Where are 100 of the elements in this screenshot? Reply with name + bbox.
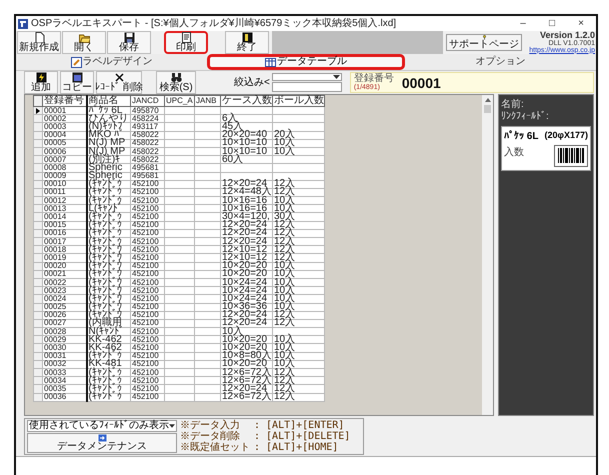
table-cell bbox=[194, 172, 220, 180]
tab[interactable]: データテーブル bbox=[207, 54, 405, 70]
filter-input[interactable] bbox=[272, 82, 342, 92]
column-header[interactable]: JANB bbox=[194, 96, 220, 106]
toolbar-button[interactable]: 終了 bbox=[225, 31, 269, 54]
table-cell: 12入 bbox=[272, 238, 324, 246]
tab[interactable]: ラベルデザイン bbox=[16, 54, 208, 70]
table-cell: 00019 bbox=[42, 254, 86, 262]
record-button[interactable]: コピー bbox=[60, 71, 94, 94]
table-cell bbox=[164, 311, 194, 320]
table-cell: 452100 bbox=[130, 188, 164, 197]
table-cell: 10×20=20 bbox=[220, 270, 272, 278]
toolbar-button[interactable]: 開く bbox=[62, 31, 106, 54]
table-cell: 00029 bbox=[42, 336, 86, 344]
field-filter-dropdown[interactable]: 使用されているﾌｨｰﾙﾄﾞのみ表示 bbox=[27, 420, 177, 432]
window-icon bbox=[72, 72, 82, 83]
table-cell: 452100 bbox=[130, 368, 164, 377]
table-cell bbox=[194, 303, 220, 312]
table-cell bbox=[164, 376, 194, 385]
toolbar-button[interactable]: 印刷 bbox=[164, 31, 208, 54]
table-cell: 10入 bbox=[272, 360, 324, 368]
table-icon bbox=[264, 56, 276, 68]
table-cell: 10入 bbox=[272, 303, 324, 312]
door-icon bbox=[242, 32, 252, 43]
table-cell bbox=[164, 344, 194, 352]
table-cell bbox=[194, 286, 220, 295]
table-cell bbox=[194, 139, 220, 148]
table-cell: 10×36=36 bbox=[220, 303, 272, 312]
table-cell: 60入 bbox=[220, 156, 272, 164]
support-button[interactable]: サポートページ bbox=[446, 34, 522, 51]
table-cell: 45入 bbox=[220, 122, 272, 132]
table-cell: 12×20=24 bbox=[220, 238, 272, 246]
table-cell: 00004 bbox=[42, 131, 86, 140]
table-cell: 10入 bbox=[272, 196, 324, 205]
table-cell: KK-462 bbox=[86, 336, 130, 344]
table-cell bbox=[164, 114, 194, 123]
toolbar-button[interactable]: 新規作成 bbox=[17, 31, 61, 54]
table-cell: 00034 bbox=[42, 376, 86, 385]
table-cell: 452100 bbox=[130, 180, 164, 188]
table-cell bbox=[220, 172, 272, 180]
column-header[interactable]: UPC_A bbox=[164, 96, 194, 106]
table-cell: 00020 bbox=[42, 262, 86, 270]
table-cell: 452100 bbox=[130, 238, 164, 246]
close-button[interactable]: × bbox=[568, 17, 594, 30]
table-cell bbox=[194, 336, 220, 344]
table-cell: 12×20=24 bbox=[220, 311, 272, 320]
table-cell bbox=[164, 196, 194, 205]
table-cell: 452100 bbox=[130, 384, 164, 394]
table-cell bbox=[194, 360, 220, 368]
table-cell: 12×10=12 bbox=[220, 246, 272, 254]
scroll-up-icon bbox=[484, 98, 490, 102]
table-cell: 12×20=24 bbox=[220, 384, 272, 394]
table-cell: 00023 bbox=[42, 286, 86, 295]
table-cell: 00031 bbox=[42, 352, 86, 360]
table-cell: 12入 bbox=[272, 180, 324, 188]
shortcut-keys: : [ALT]+[HOME] bbox=[254, 442, 350, 453]
record-button[interactable]: ﾚｺｰﾄﾞ 削除 bbox=[96, 71, 142, 94]
table-cell bbox=[164, 139, 194, 148]
table-cell: 452100 bbox=[130, 229, 164, 238]
table-cell: 452100 bbox=[130, 319, 164, 328]
column-header[interactable]: ケース入数 bbox=[220, 96, 272, 106]
table-cell: 00033 bbox=[42, 368, 86, 377]
table-cell: 12×20=24 bbox=[220, 180, 272, 188]
table-cell: 30×4=120, bbox=[220, 212, 272, 222]
table-cell: 458224 bbox=[130, 114, 164, 123]
table-cell bbox=[194, 229, 220, 238]
scroll-thumb[interactable] bbox=[484, 105, 491, 113]
table-cell bbox=[194, 238, 220, 246]
table-cell bbox=[194, 122, 220, 132]
maintenance-button[interactable]: データメンテナンス bbox=[27, 433, 177, 453]
folder-icon bbox=[78, 32, 90, 43]
column-header[interactable]: JANCD bbox=[130, 96, 164, 106]
table-cell: (ｷｬﾝﾄﾞｳ bbox=[86, 278, 130, 287]
toolbar-button[interactable]: 保存 bbox=[107, 31, 151, 54]
record-button[interactable]: 検索(S) bbox=[156, 71, 196, 94]
table-cell: 10入 bbox=[272, 278, 324, 287]
table-cell bbox=[164, 328, 194, 336]
table-cell: 12入 bbox=[272, 254, 324, 262]
column-header[interactable]: 登録番号 bbox=[42, 96, 86, 106]
record-button[interactable]: 追加 bbox=[24, 71, 58, 94]
table-cell: (ｷｬﾝﾄﾞｳ bbox=[86, 286, 130, 295]
table-cell: 00015 bbox=[42, 221, 86, 230]
table-cell bbox=[194, 147, 220, 156]
table-cell: 00001 bbox=[42, 106, 86, 115]
table-cell: 10×20=20 bbox=[220, 344, 272, 352]
table-cell: 00017 bbox=[42, 238, 86, 246]
table-cell bbox=[194, 204, 220, 213]
column-header[interactable]: ボール入数 bbox=[272, 96, 324, 106]
maximize-button[interactable]: □ bbox=[539, 17, 565, 30]
minimize-button[interactable]: – bbox=[510, 17, 536, 30]
link-field-label: ﾘﾝｸﾌｨｰﾙﾄﾞ: bbox=[501, 111, 550, 123]
table-cell: 10入 bbox=[272, 270, 324, 278]
scrollbar[interactable] bbox=[482, 95, 493, 415]
table-cell bbox=[194, 114, 220, 123]
filter-dropdown[interactable] bbox=[272, 73, 342, 81]
table-cell: 495681 bbox=[130, 172, 164, 180]
table-cell bbox=[164, 172, 194, 180]
tab[interactable]: オプション bbox=[404, 54, 596, 70]
table-cell: 458022 bbox=[130, 156, 164, 164]
label-title: ﾊﾟｹｯ 6L bbox=[504, 130, 538, 142]
